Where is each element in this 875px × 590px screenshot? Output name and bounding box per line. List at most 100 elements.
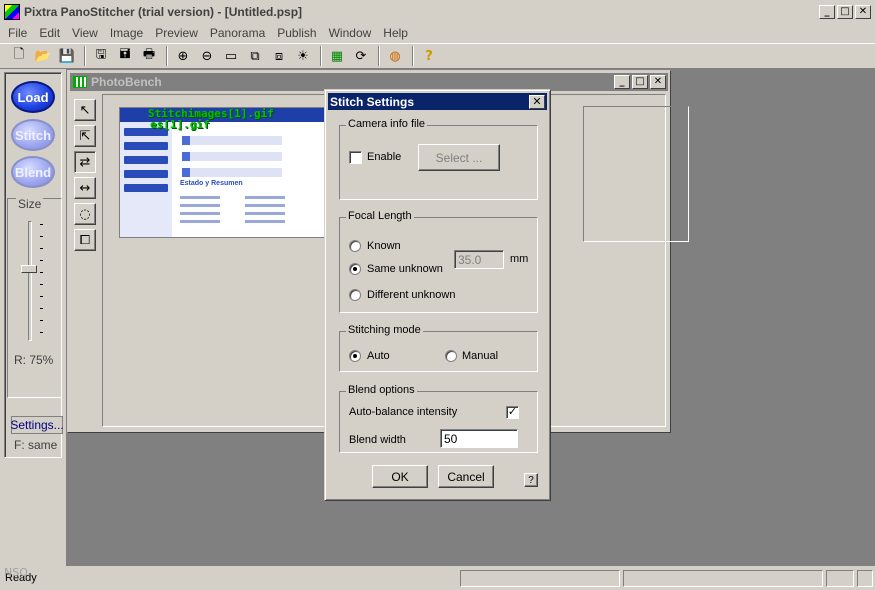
enable-checkbox[interactable] — [349, 151, 362, 164]
size-slider-track[interactable] — [28, 221, 32, 341]
toolbar-separator — [378, 46, 380, 66]
auto-label: Auto — [367, 350, 390, 362]
move-forward-icon[interactable]: ⇱ — [74, 125, 96, 147]
auto-balance-label: Auto-balance intensity — [349, 406, 458, 418]
status-bar: Ready — [0, 568, 875, 590]
known-radio[interactable] — [349, 240, 361, 252]
thumb-sidebar — [120, 122, 172, 237]
slider-tick — [40, 236, 43, 237]
left-panel: Load Stitch Blend Size R: 75% Settings..… — [4, 72, 64, 458]
menu-help[interactable]: Help — [377, 26, 414, 40]
auto-radio[interactable] — [349, 350, 361, 362]
blend-width-field[interactable]: 50 — [440, 429, 518, 448]
thumbnail-caption: Stitchimages[1].gif es[1].gif — [120, 108, 274, 130]
print-icon[interactable]: 🖶 — [138, 45, 160, 67]
menu-image[interactable]: Image — [104, 26, 149, 40]
blend-button[interactable]: Blend — [11, 156, 55, 188]
open-folder-icon[interactable]: 📂 — [32, 45, 54, 67]
fit-rect-icon[interactable]: ▭ — [220, 45, 242, 67]
slider-tick — [40, 332, 43, 333]
enable-label: Enable — [367, 151, 402, 163]
focal-length-group: Focal Length Known Same unknown 35.0 mm … — [339, 210, 538, 313]
menu-panorama[interactable]: Panorama — [204, 26, 271, 40]
photobench-maximize-button[interactable]: □ — [632, 75, 648, 89]
swap-icon[interactable]: ⇄ — [74, 151, 96, 173]
app-title-bar: Pixtra PanoStitcher (trial version) - [U… — [0, 0, 875, 24]
photobench-toolbox: ↖ ⇱ ⇄ ↔ ◌ ⧠ — [74, 99, 98, 255]
zoom-out-icon[interactable]: ⊖ — [196, 45, 218, 67]
camera-info-group: Camera info file Enable Select ... — [339, 118, 538, 200]
toolbar-separator — [166, 46, 168, 66]
copy-frame-icon[interactable]: ⧠ — [74, 229, 96, 251]
overlay-watermark: NSQ — [4, 566, 28, 579]
photobench-icon[interactable]: ▦ — [326, 45, 348, 67]
toolbar-separator — [320, 46, 322, 66]
thumb-bullet — [180, 196, 220, 199]
stretch-icon[interactable]: ↔ — [74, 177, 96, 199]
thumb-nav — [124, 170, 168, 178]
photobench-close-button[interactable]: ✕ — [650, 75, 666, 89]
thumb-row — [182, 152, 282, 161]
size-slider-thumb[interactable] — [21, 265, 37, 273]
photobench-icon — [73, 76, 87, 88]
load-button[interactable]: Load — [11, 81, 55, 113]
status-panel — [826, 570, 854, 587]
different-unknown-radio[interactable] — [349, 289, 361, 301]
dialog-title-bar[interactable]: Stitch Settings ✕ — [328, 93, 547, 110]
select-button[interactable]: Select ... — [418, 144, 500, 171]
thumb-bullet — [180, 204, 220, 207]
select-arrow-icon[interactable]: ↖ — [74, 99, 96, 121]
photobench-minimize-button[interactable]: _ — [614, 75, 630, 89]
dialog-close-button[interactable]: ✕ — [529, 94, 545, 109]
help-icon[interactable]: ? — [418, 45, 440, 67]
toolbar-separator — [84, 46, 86, 66]
status-panel — [460, 570, 620, 587]
menu-window[interactable]: Window — [323, 26, 378, 40]
save-copy-icon[interactable]: 🖬 — [114, 45, 136, 67]
dialog-help-button[interactable]: ? — [524, 473, 538, 487]
stitching-mode-label: Stitching mode — [346, 324, 423, 336]
ok-button[interactable]: OK — [372, 465, 428, 488]
same-unknown-radio[interactable] — [349, 263, 361, 275]
save-as-icon[interactable]: 🖫 — [90, 45, 112, 67]
globe-icon[interactable]: ◍ — [384, 45, 406, 67]
manual-label: Manual — [462, 350, 499, 362]
photobench-title: PhotoBench — [91, 75, 162, 89]
resize-grip[interactable] — [857, 570, 873, 587]
thumb-bullet — [245, 204, 285, 207]
blend-options-label: Blend options — [346, 384, 417, 396]
minimize-button[interactable]: _ — [819, 5, 835, 19]
different-unknown-label: Different unknown — [367, 289, 456, 301]
focal-length-label: Focal Length — [346, 210, 414, 222]
auto-balance-checkbox[interactable]: ✓ — [506, 406, 519, 419]
stitch-button[interactable]: Stitch — [11, 119, 55, 151]
menu-edit[interactable]: Edit — [33, 26, 66, 40]
blend-options-group: Blend options Auto-balance intensity ✓ B… — [339, 384, 538, 453]
focal-length-field[interactable]: 35.0 — [454, 250, 504, 269]
maximize-button[interactable]: □ — [837, 5, 853, 19]
size-group: Size — [7, 197, 62, 398]
layers-icon[interactable]: ⧈ — [268, 45, 290, 67]
arrange-icon[interactable]: ⧉ — [244, 45, 266, 67]
slider-tick — [40, 296, 43, 297]
toolbar-separator — [412, 46, 414, 66]
menu-file[interactable]: File — [2, 26, 33, 40]
menu-publish[interactable]: Publish — [271, 26, 322, 40]
zoom-in-icon[interactable]: ⊕ — [172, 45, 194, 67]
slider-tick — [40, 308, 43, 309]
close-button[interactable]: ✕ — [855, 5, 871, 19]
manual-radio[interactable] — [445, 350, 457, 362]
new-file-icon[interactable]: 🗋 — [8, 45, 30, 67]
lasso-icon[interactable]: ◌ — [74, 203, 96, 225]
camera-info-label: Camera info file — [346, 118, 428, 130]
rotate-icon[interactable]: ⟳ — [350, 45, 372, 67]
thumb-bullet — [180, 220, 220, 223]
settings-button[interactable]: Settings... — [10, 416, 64, 434]
save-icon[interactable]: 💾 — [56, 45, 78, 67]
app-title: Pixtra PanoStitcher (trial version) - [U… — [24, 5, 303, 19]
photobench-drop-area — [583, 106, 689, 242]
cancel-button[interactable]: Cancel — [438, 465, 494, 488]
brightness-icon[interactable]: ☀ — [292, 45, 314, 67]
menu-preview[interactable]: Preview — [149, 26, 204, 40]
menu-view[interactable]: View — [66, 26, 104, 40]
